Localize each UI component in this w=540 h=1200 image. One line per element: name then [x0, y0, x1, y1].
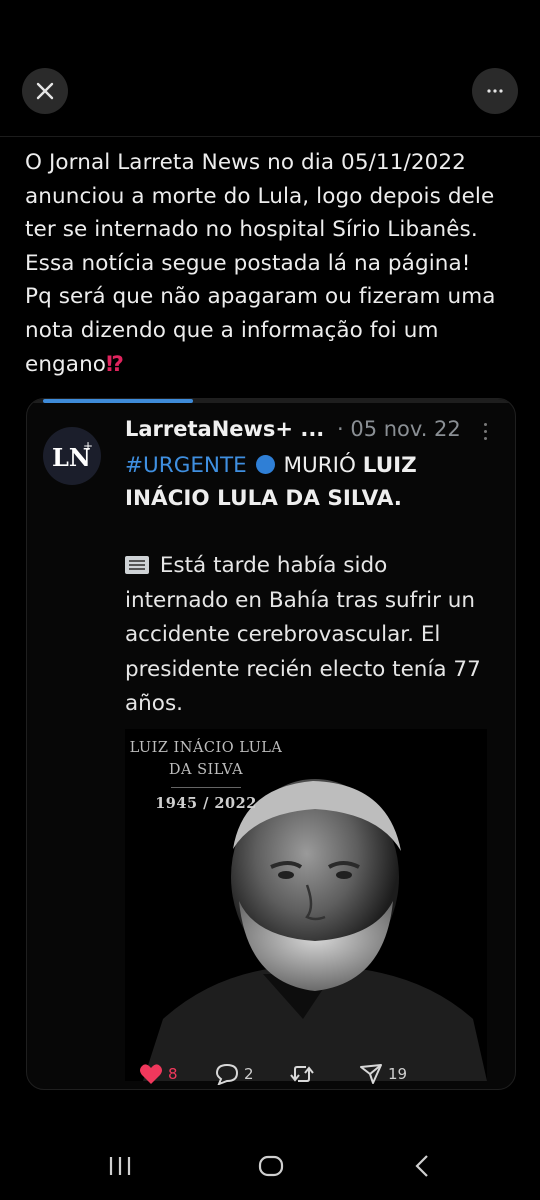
more-options-button[interactable] [472, 68, 518, 114]
heart-icon [140, 1064, 162, 1084]
close-icon [36, 82, 54, 100]
like-count: 8 [168, 1065, 178, 1083]
body-line: internado en Bahía tras sufrir un [125, 587, 475, 613]
avatar[interactable]: LN + [43, 427, 101, 485]
post-line: nota dizendo que a informação foi um [25, 317, 439, 343]
quoted-post-card[interactable]: LN + LarretaNews+ ... · 05 nov. 22 #URGE… [26, 398, 516, 1090]
avatar-plus: + [83, 439, 93, 453]
top-bar [0, 0, 540, 140]
media-progress-bar [27, 399, 515, 403]
post-line: Pq será que não apagaram ou fizeram uma [25, 284, 496, 310]
post-line-last: engano⁉ [25, 348, 525, 382]
media-progress-fill [43, 399, 193, 403]
body-line: accidente cerebrovascular. El [125, 622, 441, 647]
views-button[interactable]: 19 [359, 1061, 407, 1087]
kebab-menu-icon[interactable] [483, 423, 489, 443]
home-button[interactable] [258, 1154, 284, 1182]
engagement-bar: 8 2 19 [137, 1061, 437, 1087]
reply-bubble-icon [215, 1063, 239, 1085]
newspaper-icon [125, 556, 149, 574]
repost-icon [290, 1066, 314, 1082]
headline-bold: LUIZ [362, 453, 417, 478]
divider [0, 136, 540, 137]
share-send-icon [360, 1064, 382, 1084]
like-button[interactable]: 8 [139, 1061, 178, 1087]
repost-button[interactable] [289, 1061, 320, 1087]
recent-apps-icon [109, 1157, 131, 1175]
larreta-news-logo: LN + [52, 439, 93, 472]
hashtag-link[interactable]: #URGENTE [125, 453, 247, 478]
close-button[interactable] [22, 68, 68, 114]
system-navigation-bar [0, 1120, 540, 1200]
author-name[interactable]: LarretaNews+ ... [125, 417, 324, 441]
body-line: años. [125, 691, 183, 716]
obituary-name: LUIZ INÁCIO LULA DA SILVA [125, 737, 287, 781]
view-count: 19 [388, 1065, 408, 1083]
post-text: O Jornal Larreta News no dia 05/11/2022 … [25, 146, 525, 381]
obituary-name-line: LUIZ INÁCIO LULA [129, 740, 283, 756]
post-line: ter se internado no hospital Sírio Liban… [25, 217, 478, 243]
quoted-headline: #URGENTE MURIÓ LUIZ INÁCIO LULA DA SILVA… [125, 449, 505, 515]
quoted-post-header: LarretaNews+ ... · 05 nov. 22 [125, 417, 505, 447]
portrait-photo [143, 779, 487, 1081]
post-line: Essa notícia segue postada lá na página! [25, 250, 471, 276]
headline-text: MURIÓ [283, 453, 356, 478]
recent-apps-button[interactable] [108, 1154, 132, 1182]
exclamation-question-icon: ⁉ [106, 351, 124, 377]
blue-circle-icon [255, 455, 275, 474]
post-line: engano [25, 351, 107, 377]
obituary-name-line: DA SILVA [168, 762, 244, 778]
reply-button[interactable]: 2 [215, 1061, 254, 1087]
body-line: presidente recién electo tenía 77 [125, 656, 481, 682]
reply-count: 2 [244, 1065, 254, 1083]
chevron-left-icon [415, 1155, 428, 1177]
body-line: Está tarde había sido [159, 553, 388, 578]
post-line: O Jornal Larreta News no dia 05/11/2022 [25, 150, 466, 175]
obituary-divider [171, 787, 241, 788]
quoted-body: Está tarde había sido internado en Bahía… [125, 549, 505, 722]
headline-bold-line: INÁCIO LULA DA SILVA. [125, 486, 402, 511]
home-icon [258, 1155, 284, 1177]
back-button[interactable] [412, 1154, 432, 1182]
obituary-image[interactable]: LUIZ INÁCIO LULA DA SILVA 1945 / 2022 [125, 729, 487, 1081]
post-line: anunciou a morte do Lula, logo depois de… [25, 183, 495, 209]
obituary-years: 1945 / 2022 [155, 795, 257, 812]
more-horizontal-icon [487, 89, 503, 93]
post-date: · 05 nov. 22 [337, 417, 461, 441]
